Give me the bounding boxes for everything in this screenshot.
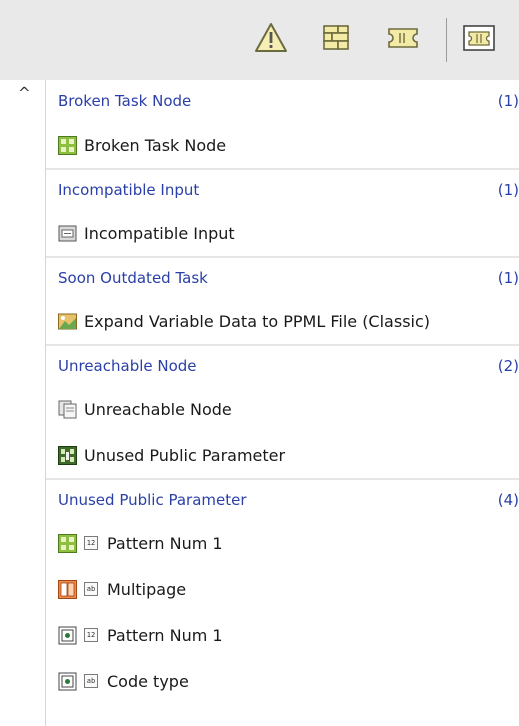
panel-icon[interactable] xyxy=(460,19,498,57)
group-header-broken-task-node[interactable]: Broken Task Node (1) xyxy=(46,80,519,122)
item-label: Multipage xyxy=(107,579,187,599)
public-parameter-icon xyxy=(58,445,77,465)
multipage-node-icon xyxy=(58,579,77,599)
tree-gutter xyxy=(0,80,46,726)
list-item[interactable]: Incompatible Input xyxy=(46,210,519,256)
list-item[interactable]: Expand Variable Data to PPML File (Class… xyxy=(46,298,519,344)
list-item[interactable]: ab Code type xyxy=(46,658,519,704)
group-count: (1) xyxy=(497,181,519,199)
list-item[interactable]: 12 Pattern Num 1 xyxy=(46,520,519,566)
collapse-chevron-icon[interactable]: ^ xyxy=(18,84,31,102)
item-label: Code type xyxy=(107,671,189,691)
barcode-node-icon xyxy=(58,672,77,690)
group-title[interactable]: Soon Outdated Task xyxy=(58,269,208,287)
warning-icon[interactable] xyxy=(252,19,290,57)
group-header-incompatible-input[interactable]: Incompatible Input (1) xyxy=(46,168,519,210)
list-item[interactable]: ab Multipage xyxy=(46,566,519,612)
numeric-type-icon: 12 xyxy=(84,628,98,642)
group-count: (1) xyxy=(497,92,519,110)
group-title[interactable]: Unused Public Parameter xyxy=(58,491,247,509)
unreachable-node-icon xyxy=(58,400,77,418)
task-node-icon xyxy=(58,533,77,553)
numeric-type-icon: 12 xyxy=(84,536,98,550)
group-title[interactable]: Unreachable Node xyxy=(58,357,197,375)
item-label: Pattern Num 1 xyxy=(107,533,223,553)
broken-brick-icon[interactable] xyxy=(318,19,356,57)
item-label: Incompatible Input xyxy=(84,223,235,243)
text-type-icon: ab xyxy=(84,582,98,596)
ticket-icon[interactable] xyxy=(384,19,422,57)
list-item[interactable]: 12 Pattern Num 1 xyxy=(46,612,519,658)
toolbar-separator xyxy=(446,18,447,62)
item-label: Unreachable Node xyxy=(84,399,232,419)
group-count: (2) xyxy=(497,357,519,375)
task-node-icon xyxy=(58,135,77,155)
group-title[interactable]: Broken Task Node xyxy=(58,92,191,110)
item-label: Unused Public Parameter xyxy=(84,445,286,465)
group-count: (4) xyxy=(497,491,519,509)
text-type-icon: ab xyxy=(84,674,98,688)
group-header-unused-public-parameter[interactable]: Unused Public Parameter (4) xyxy=(46,478,519,520)
list-item[interactable]: Unused Public Parameter xyxy=(46,432,519,478)
ppml-task-icon xyxy=(58,313,77,329)
issues-list: Broken Task Node (1) Broken Task Node In… xyxy=(46,80,519,704)
list-item[interactable]: Broken Task Node xyxy=(46,122,519,168)
group-title[interactable]: Incompatible Input xyxy=(58,181,199,199)
barcode-node-icon xyxy=(58,626,77,644)
item-label: Pattern Num 1 xyxy=(107,625,223,645)
list-item[interactable]: Unreachable Node xyxy=(46,386,519,432)
item-label: Expand Variable Data to PPML File (Class… xyxy=(84,311,431,331)
toolbar xyxy=(0,0,519,80)
group-header-unreachable-node[interactable]: Unreachable Node (2) xyxy=(46,344,519,386)
group-count: (1) xyxy=(497,269,519,287)
item-label: Broken Task Node xyxy=(84,135,227,155)
group-header-soon-outdated-task[interactable]: Soon Outdated Task (1) xyxy=(46,256,519,298)
input-icon xyxy=(58,225,77,241)
